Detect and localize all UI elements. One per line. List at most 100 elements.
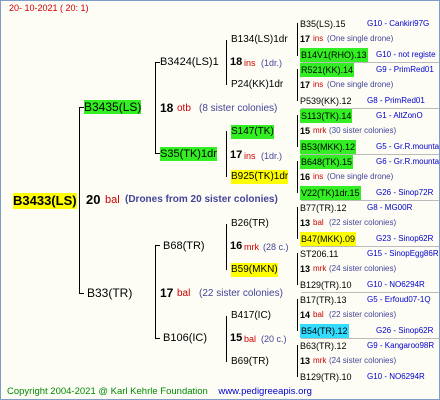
gen4-origin: G10 - not registe xyxy=(376,49,436,59)
gen4-unit: bal xyxy=(313,310,324,320)
gen3-queen[interactable]: B69(TR) xyxy=(231,355,269,369)
gen4-queen[interactable]: B54(TR).12 xyxy=(300,323,349,338)
gen4-queen[interactable]: ST206.11 xyxy=(300,247,338,261)
gen4-queen[interactable]: B47(MKK).09 xyxy=(300,231,357,246)
gen1-queen[interactable]: B3435(LS) xyxy=(84,100,142,114)
copyright: Copyright 2004-2021 @ Karl Kehrle Founda… xyxy=(7,386,208,397)
gen4-note: (One single drone) xyxy=(327,172,394,182)
gen2-queen[interactable]: B3424(LS)1 xyxy=(160,55,219,69)
gen4-origin: G8 - MG00R xyxy=(367,203,413,213)
connector xyxy=(297,299,298,331)
gen2-unit: ins xyxy=(244,151,256,161)
gen1-queen[interactable]: B33(TR) xyxy=(87,286,132,300)
gen2-unit: mrk xyxy=(244,242,259,252)
connector xyxy=(226,224,227,270)
gen4-note: (24 sister colonies) xyxy=(329,356,397,366)
gen4-queen[interactable]: S113(TK).14 xyxy=(300,109,353,124)
gen4-queen[interactable]: B14V1(RHO).13 xyxy=(300,47,368,62)
gen2-queen[interactable]: B106(IC) xyxy=(163,331,207,345)
connector xyxy=(297,115,298,147)
gen4-count: 16 xyxy=(300,172,311,183)
gen4-count: 13 xyxy=(300,264,311,275)
gen3-queen[interactable]: B26(TR) xyxy=(231,217,269,231)
gen4-queen[interactable]: B129(TR).10 xyxy=(300,278,352,292)
gen4-unit: ins xyxy=(313,172,324,182)
root-note: (Drones from 20 sister colonies) xyxy=(125,194,278,205)
gen4-queen[interactable]: B17(TR).13 xyxy=(300,293,347,307)
gen1-note: (8 sister colonies) xyxy=(199,103,278,114)
gen3-queen[interactable]: B925(TK)1dr xyxy=(231,170,289,184)
gen1-unit: bal xyxy=(177,288,191,299)
gen4-origin: G9 - PrimRed01 xyxy=(376,65,434,75)
connector xyxy=(155,338,160,339)
gen1-note: (22 sister colonies) xyxy=(199,288,283,299)
connector xyxy=(297,161,298,193)
gen4-count: 13 xyxy=(300,356,311,367)
connector xyxy=(226,40,227,85)
gen3-queen[interactable]: B417(IC) xyxy=(231,309,271,323)
gen4-origin: G26 - Sinop72R xyxy=(376,187,434,197)
gen4-queen[interactable]: B648(TK).15 xyxy=(300,155,354,170)
gen4-origin: G10 - NO6294R xyxy=(367,279,425,289)
connector xyxy=(297,345,298,377)
connector xyxy=(79,293,84,294)
gen4-queen[interactable]: B129(TR).10 xyxy=(300,370,352,384)
gen4-unit: mrk xyxy=(313,264,327,274)
gen4-unit: mrk xyxy=(313,126,327,136)
gen4-note: (22 sister colonies) xyxy=(329,218,397,228)
gen4-origin: G26 - Sinop62R xyxy=(376,325,434,335)
gen3-queen[interactable]: B59(MKN) xyxy=(231,263,278,277)
connector xyxy=(155,245,160,246)
gen4-count: 14 xyxy=(300,310,311,321)
gen4-note: (One single drone) xyxy=(327,34,394,44)
gen2-count: 17 xyxy=(230,149,243,161)
gen4-queen[interactable]: B53(MKK).12 xyxy=(300,139,357,154)
gen4-queen[interactable]: R521(KK).14 xyxy=(300,63,355,78)
connector xyxy=(297,253,298,285)
connector xyxy=(155,245,156,338)
gen2-note: (1dr.) xyxy=(261,58,283,68)
gen4-count: 15 xyxy=(300,126,311,137)
pedigree-diagram: 20- 10-2021 ( 20: 1) B3433(LS) 20 bal (D… xyxy=(0,0,440,400)
gen4-origin: G10 - Cankiri97G xyxy=(367,19,430,28)
gen2-unit: bal xyxy=(244,334,257,344)
gen4-note: (24 sister colonies) xyxy=(329,264,397,274)
connector xyxy=(226,316,227,362)
gen3-queen[interactable]: S147(TK) xyxy=(231,125,274,139)
gen4-queen[interactable]: B63(TR).12 xyxy=(300,339,347,353)
gen4-count: 17 xyxy=(300,34,311,45)
footer: Copyright 2004-2021 @ Karl Kehrle Founda… xyxy=(7,386,312,397)
gen3-queen[interactable]: B134(LS)1dr xyxy=(231,33,288,47)
root-count: 20 xyxy=(86,192,101,207)
date-stamp: 20- 10-2021 ( 20: 1) xyxy=(9,3,89,13)
site-link[interactable]: www.pedigreeapis.org xyxy=(218,386,311,397)
root-queen[interactable]: B3433(LS) xyxy=(13,193,77,209)
gen2-count: 16 xyxy=(230,240,243,252)
gen2-queen[interactable]: B68(TR) xyxy=(163,239,205,253)
gen4-origin: G23 - Sinop62R xyxy=(376,233,434,243)
gen2-note: (1dr.) xyxy=(261,151,283,161)
gen4-origin: G5 - Erfoud07-1Q xyxy=(367,295,431,305)
gen4-queen[interactable]: P539(KK).12 xyxy=(300,94,352,108)
gen2-note: (28 c.) xyxy=(263,242,289,252)
gen4-count: 13 xyxy=(300,218,311,229)
gen4-origin: G6 - Gr.R.mounta xyxy=(376,157,440,167)
gen4-origin: G1 - AltZonO xyxy=(376,111,423,121)
gen2-queen[interactable]: S35(TK)1dr xyxy=(160,147,217,161)
root-unit: bal xyxy=(105,194,120,206)
gen3-queen[interactable]: P24(KK)1dr xyxy=(231,78,283,92)
gen2-note: (20 c.) xyxy=(261,334,287,344)
gen4-note: (One single drone) xyxy=(327,80,394,90)
gen4-origin: G10 - NO6294R xyxy=(367,371,425,381)
gen4-unit: ins xyxy=(313,34,324,44)
gen4-queen[interactable]: B77(TR).12 xyxy=(300,201,347,215)
gen4-origin: G15 - SinopEgg86R xyxy=(367,249,439,259)
gen1-count: 18 xyxy=(160,101,174,115)
connector xyxy=(226,131,227,177)
connector xyxy=(79,107,80,293)
gen1-unit: otb xyxy=(177,103,191,114)
gen4-unit: ins xyxy=(313,80,324,90)
gen4-queen[interactable]: B35(LS).15 xyxy=(300,17,346,31)
gen4-origin: G5 - Gr.R.mounta xyxy=(376,141,440,151)
gen4-queen[interactable]: V22(TK)1dr.15 xyxy=(300,185,361,200)
